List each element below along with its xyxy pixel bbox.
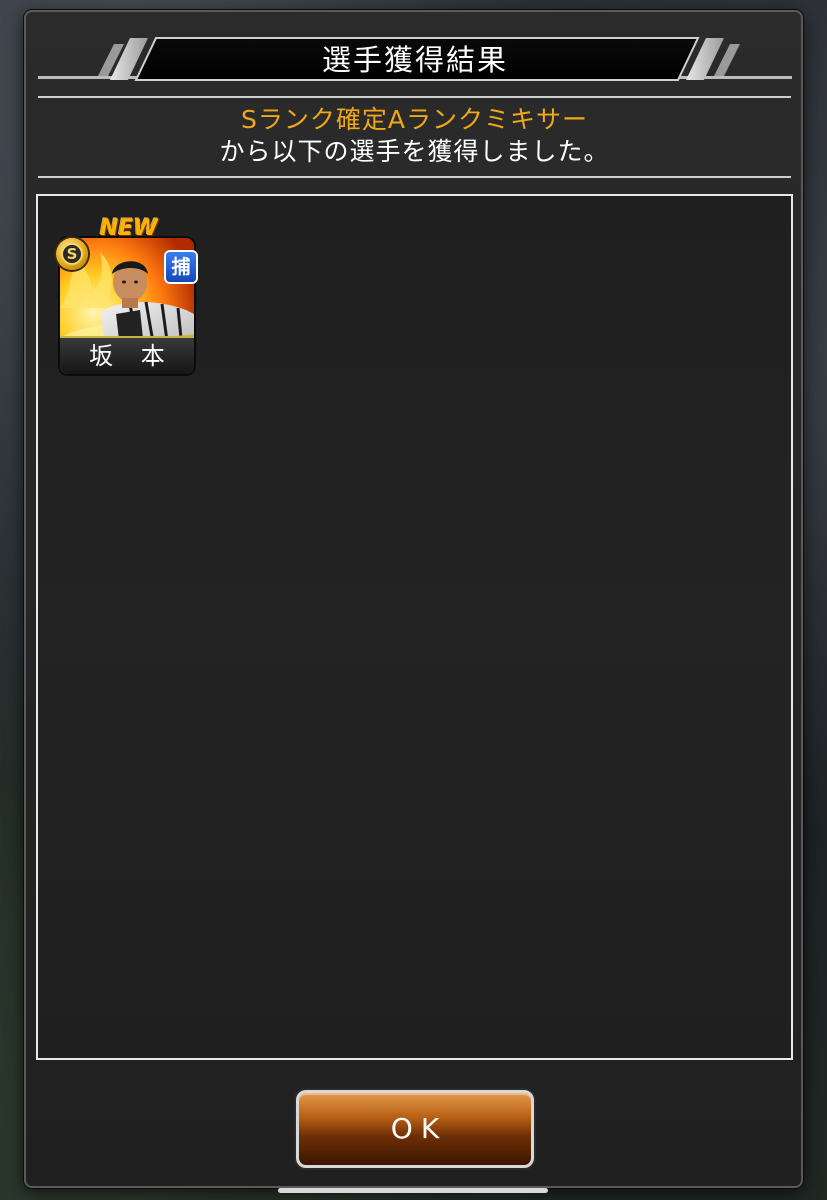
rank-badge: S xyxy=(56,238,88,270)
title-bar: 選手獲得結果 xyxy=(38,36,792,88)
acquired-message: から以下の選手を獲得しました。 xyxy=(219,137,610,166)
result-message: Sランク確定Aランクミキサー から以下の選手を獲得しました。 xyxy=(38,104,791,168)
player-name: 坂 本 xyxy=(89,342,175,370)
acquisition-result-dialog: 選手獲得結果 Sランク確定Aランクミキサー から以下の選手を獲得しました。 坂 … xyxy=(24,10,803,1188)
ok-button[interactable]: OK xyxy=(296,1090,534,1168)
dialog-title: 選手獲得結果 xyxy=(321,43,508,77)
new-badge: NEW xyxy=(100,216,158,241)
divider-bottom xyxy=(38,176,791,178)
home-indicator[interactable] xyxy=(278,1188,548,1193)
acquired-players-list: 坂 本 S NEW 捕 xyxy=(36,194,793,1060)
player-card[interactable]: 坂 本 S NEW 捕 xyxy=(56,216,196,376)
divider-top xyxy=(38,96,791,98)
rank-letter: S xyxy=(61,243,83,265)
game-screen: 選手獲得結果 Sランク確定Aランクミキサー から以下の選手を獲得しました。 坂 … xyxy=(0,0,827,1200)
mixer-name: Sランク確定Aランクミキサー xyxy=(241,105,588,134)
position-badge: 捕 xyxy=(166,252,196,282)
